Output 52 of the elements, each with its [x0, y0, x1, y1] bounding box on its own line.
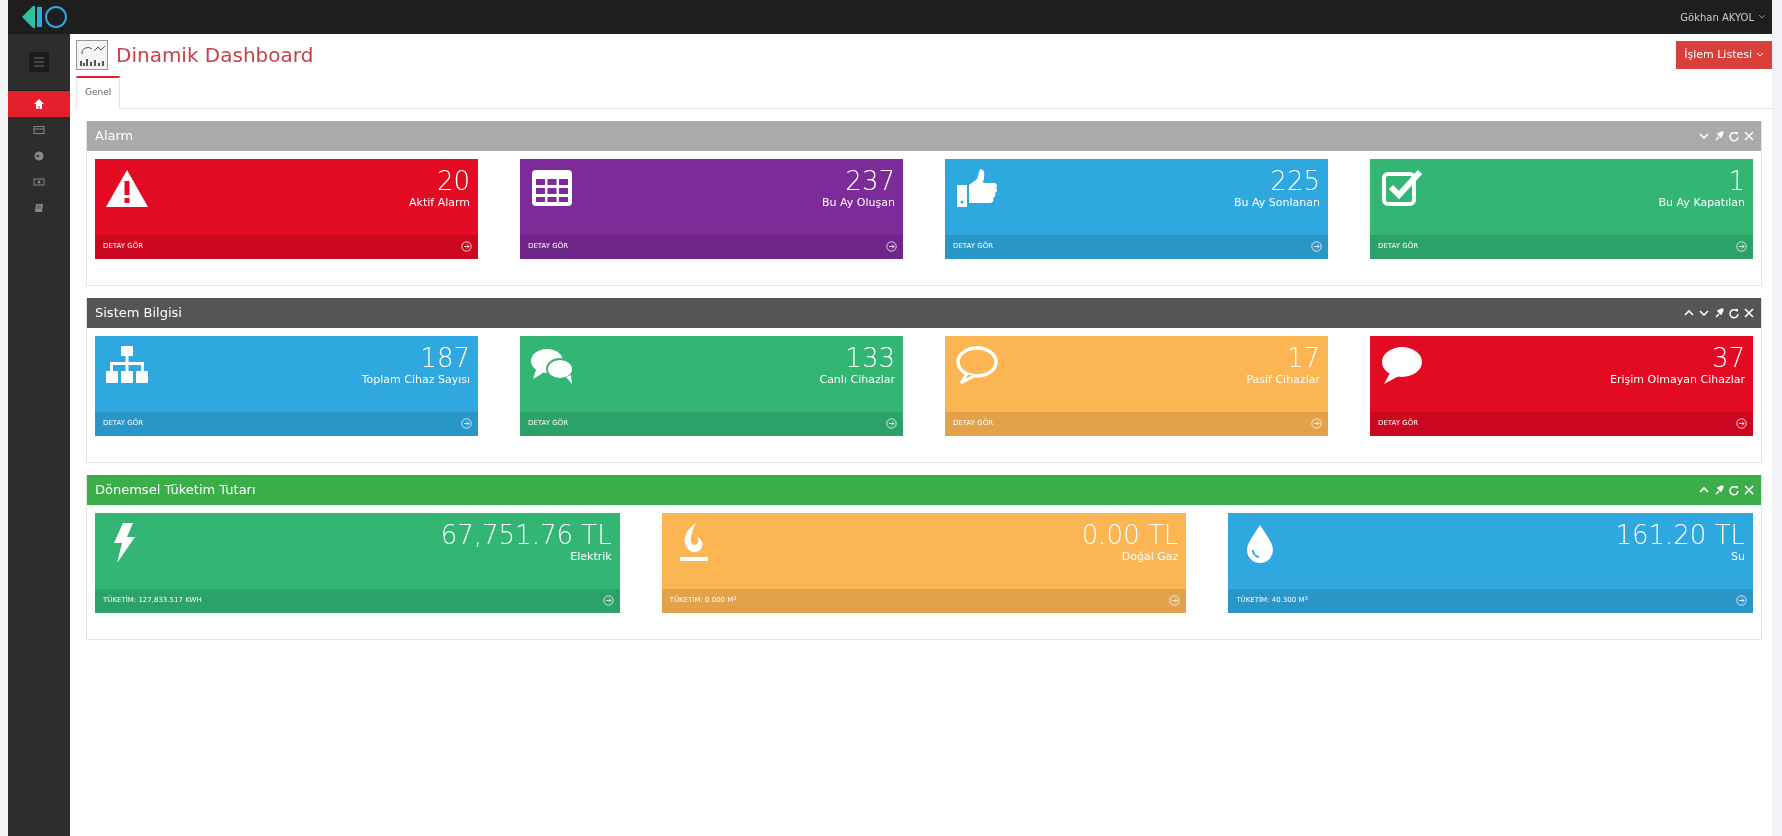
home-icon [33, 98, 45, 110]
stat-label: Erişim Olmayan Cihazlar [1610, 372, 1745, 389]
stat-label: Bu Ay Kapatılan [1658, 195, 1745, 212]
stat-value: 225 [1269, 166, 1320, 196]
stat-label: Pasif Cihazlar [1246, 372, 1320, 389]
book-icon [33, 202, 45, 214]
user-name[interactable]: Gökhan AKYOL [1680, 9, 1754, 25]
stat-label: Bu Ay Oluşan [822, 195, 895, 212]
caret-icon [1756, 52, 1764, 58]
stat-label: Aktif Alarm [409, 195, 470, 212]
caret-icon[interactable] [1758, 14, 1766, 20]
stat-value: 20 [435, 166, 470, 196]
panel-title: Sistem Bilgisi [95, 303, 182, 322]
refresh-icon[interactable] [1728, 306, 1740, 319]
globe-icon [33, 150, 45, 162]
stat-label: Bu Ay Sonlanan [1234, 195, 1320, 212]
close-icon[interactable] [1743, 306, 1755, 319]
thumbs-up-icon [955, 166, 999, 209]
banknote-icon [33, 176, 45, 188]
stat-value: 0.00 TL [1081, 520, 1179, 550]
panel-title: Alarm [95, 126, 134, 145]
arrow-circle-icon[interactable] [461, 241, 472, 252]
page-title: Dinamik Dashboard [116, 42, 314, 69]
sitemap-icon [105, 343, 149, 386]
stat-label: Elektrik [569, 549, 612, 566]
stat-value: 133 [844, 343, 895, 373]
menu-icon[interactable] [29, 52, 49, 72]
arrow-circle-icon[interactable] [1311, 241, 1322, 252]
stat-label: Su [1730, 549, 1745, 566]
stat-value: 187 [419, 343, 470, 373]
pin-icon[interactable] [1713, 306, 1725, 319]
stat-value: 17 [1285, 343, 1320, 373]
card-icon [33, 124, 45, 136]
arrow-circle-icon[interactable] [886, 241, 897, 252]
stat-label: Canlı Cihazlar [819, 372, 895, 389]
stat-value: 1 [1727, 166, 1745, 196]
arrow-circle-icon[interactable] [1736, 595, 1747, 606]
dashboard-thumbnail-icon [76, 40, 108, 70]
arrow-circle-icon[interactable] [1736, 418, 1747, 429]
stat-value: 161.20 TL [1615, 520, 1745, 550]
stat-label: Doğal Gaz [1120, 549, 1179, 566]
stat-value: 67,751.76 TL [440, 520, 612, 550]
stat-value: 237 [844, 166, 895, 196]
action-menu-button[interactable]: İşlem Listesi [1676, 40, 1772, 70]
logo [20, 4, 70, 30]
tab[interactable]: Genel [76, 76, 121, 109]
stat-label: Toplam Cihaz Sayısı [361, 372, 470, 389]
panel-title: Dönemsel Tüketim Tutarı [95, 480, 256, 499]
arrow-circle-icon[interactable] [461, 418, 472, 429]
speech-bubble-icon [955, 343, 999, 386]
sidebar-item[interactable] [8, 91, 70, 117]
stat-value: 37 [1710, 343, 1745, 373]
